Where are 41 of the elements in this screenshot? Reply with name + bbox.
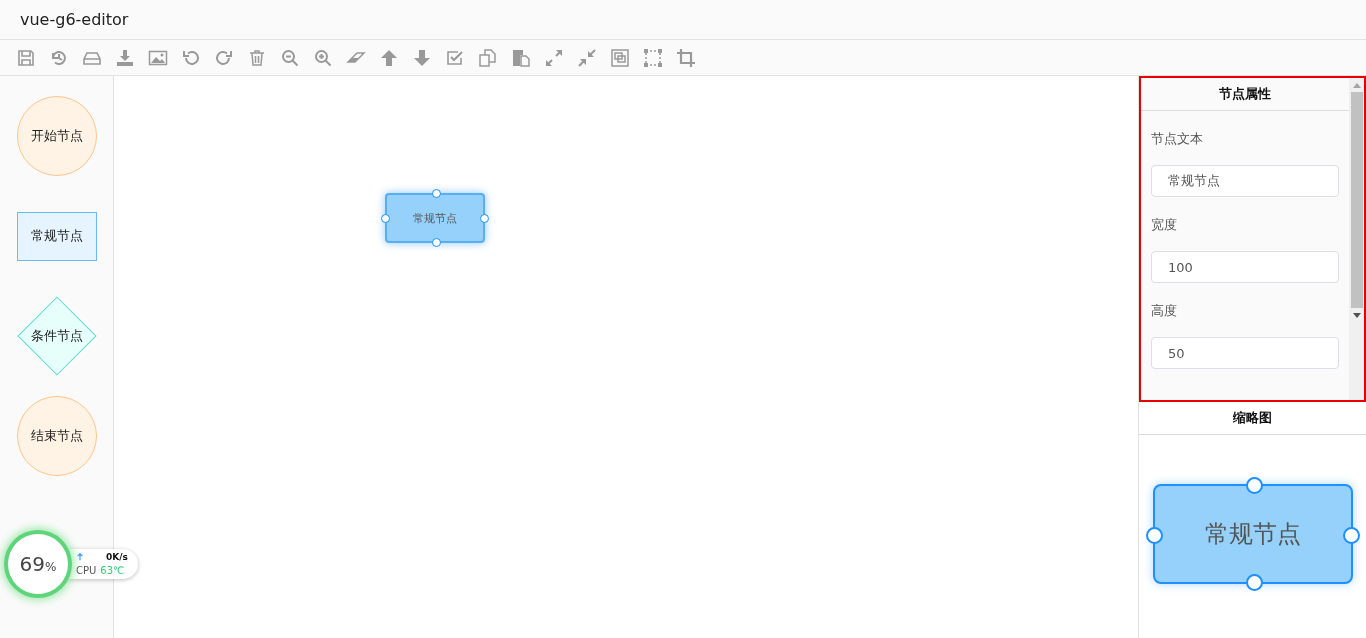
input-field[interactable]: 50	[1151, 337, 1339, 369]
upload-arrow-icon	[76, 553, 84, 561]
cpu-label: CPU	[76, 565, 97, 576]
scroll-up-icon[interactable]	[1352, 82, 1361, 88]
delete-icon[interactable]	[247, 47, 267, 68]
arrow-up-icon[interactable]	[379, 47, 399, 68]
expand-icon[interactable]	[544, 47, 564, 68]
scrollbar[interactable]	[1349, 78, 1364, 400]
anchor-handle[interactable]	[432, 238, 441, 247]
download-icon[interactable]	[115, 47, 135, 68]
anchor-handle[interactable]	[381, 214, 390, 223]
memory-gauge: 69%	[8, 534, 68, 594]
scroll-down-icon[interactable]	[1352, 312, 1361, 318]
zoom-in-icon[interactable]	[313, 47, 333, 68]
anchor-handle	[1246, 574, 1263, 591]
crop-icon[interactable]	[676, 47, 696, 68]
group-icon[interactable]	[610, 47, 630, 68]
arrow-down-icon[interactable]	[412, 47, 432, 68]
collapse-icon[interactable]	[577, 47, 597, 68]
cpu-temperature: 63℃	[100, 565, 125, 576]
network-speed: 0K/s	[106, 552, 128, 562]
circle-node[interactable]: 开始节点	[16, 96, 97, 176]
input-field[interactable]: 常规节点	[1151, 165, 1339, 197]
panel-title: 缩略图	[1139, 402, 1366, 435]
rect-node[interactable]: 常规节点	[16, 211, 97, 261]
field-label: 宽度	[1151, 216, 1178, 234]
anchor-handle[interactable]	[480, 214, 489, 223]
anchor-handle[interactable]	[432, 189, 441, 198]
field-label: 节点文本	[1151, 130, 1204, 148]
ungroup-icon[interactable]	[643, 47, 663, 68]
paste-icon[interactable]	[511, 47, 531, 68]
zoom-out-icon[interactable]	[280, 47, 300, 68]
save-icon[interactable]	[16, 47, 36, 68]
field-label: 高度	[1151, 302, 1178, 320]
copy-icon[interactable]	[478, 47, 498, 68]
anchor-handle	[1246, 477, 1263, 494]
anchor-handle	[1343, 527, 1360, 544]
anchor-handle	[1146, 527, 1163, 544]
app-title: vue-g6-editor	[20, 10, 129, 29]
input-field[interactable]: 100	[1151, 251, 1339, 283]
circle-node[interactable]: 结束节点	[16, 396, 97, 476]
